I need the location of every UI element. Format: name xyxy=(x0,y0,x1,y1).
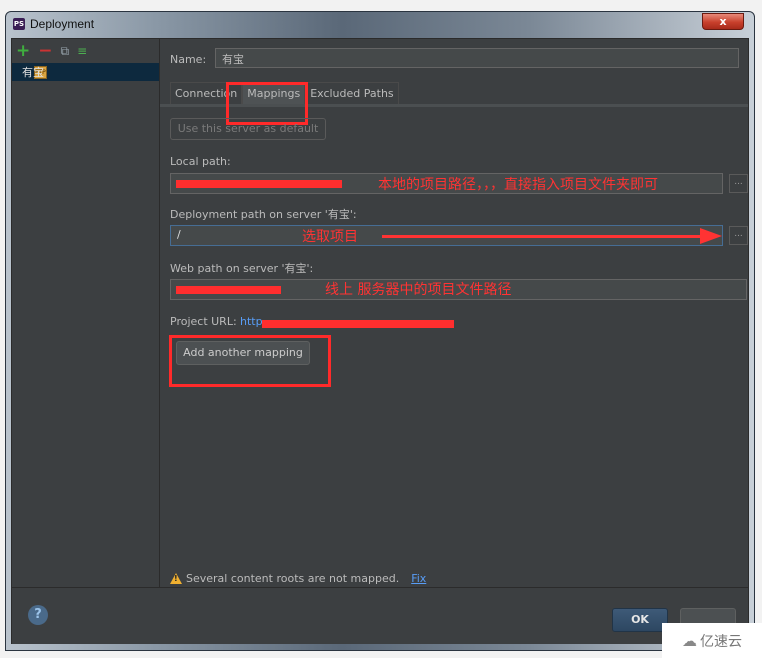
server-list-panel: + − ⧉ ≡ FTP 有宝 xyxy=(12,39,160,587)
deployment-path-annotation: 选取项目 xyxy=(302,229,358,245)
set-default-icon[interactable]: ≡ xyxy=(77,44,87,58)
close-button[interactable]: x xyxy=(702,13,744,30)
cloud-logo-icon: ☁ xyxy=(682,631,697,650)
tab-excluded-paths[interactable]: Excluded Paths xyxy=(305,82,399,104)
local-path-redaction xyxy=(176,180,342,188)
remove-server-icon[interactable]: − xyxy=(38,43,52,60)
warning-text: Several content roots are not mapped. xyxy=(186,572,400,585)
deployment-path-label: Deployment path on server '有宝': xyxy=(170,208,357,221)
ok-button[interactable]: OK xyxy=(612,608,668,632)
dialog-body: + − ⧉ ≡ FTP 有宝 Name: 有宝 Connection Mappi… xyxy=(11,38,749,644)
use-as-default-button[interactable]: Use this server as default xyxy=(170,118,326,140)
deployment-path-browse-button[interactable]: ... xyxy=(729,226,748,245)
window-title: Deployment xyxy=(30,17,95,31)
web-path-annotation: 线上 服务器中的项目文件路径 xyxy=(325,282,512,298)
local-path-browse-button[interactable]: ... xyxy=(729,174,748,193)
name-input[interactable]: 有宝 xyxy=(215,48,739,68)
server-item-label: 有宝 xyxy=(22,66,44,79)
annotation-arrow-line xyxy=(382,235,702,238)
project-url-redaction xyxy=(262,320,454,328)
fix-link[interactable]: Fix xyxy=(411,572,426,585)
warning-message: Several content roots are not mapped. Fi… xyxy=(170,572,426,585)
server-settings-panel: Name: 有宝 Connection Mappings Excluded Pa… xyxy=(160,39,748,587)
web-path-redaction xyxy=(176,286,281,294)
project-url-link[interactable]: http xyxy=(240,315,263,328)
add-server-icon[interactable]: + xyxy=(16,43,30,60)
local-path-annotation: 本地的项目路径，，，直接指入项目文件夹即可 xyxy=(378,177,658,193)
warning-icon xyxy=(170,573,182,584)
web-path-label: Web path on server '有宝': xyxy=(170,262,314,275)
name-label: Name: xyxy=(170,53,207,66)
server-toolbar: + − ⧉ ≡ xyxy=(16,43,87,60)
project-url-label: Project URL: xyxy=(170,315,237,328)
add-mapping-highlight xyxy=(169,335,331,387)
help-button[interactable]: ? xyxy=(28,605,48,625)
watermark: ☁ 亿速云 xyxy=(662,623,762,658)
deployment-dialog: PS Deployment x + − ⧉ ≡ FTP 有宝 Name: 有宝 … xyxy=(5,11,755,651)
phpstorm-app-icon: PS xyxy=(13,18,25,30)
copy-server-icon[interactable]: ⧉ xyxy=(61,44,70,58)
server-item[interactable]: FTP 有宝 xyxy=(12,63,159,81)
dialog-footer: ? OK xyxy=(12,587,748,644)
title-bar[interactable]: PS Deployment x xyxy=(6,12,754,38)
annotation-arrow-head xyxy=(700,228,722,244)
local-path-label: Local path: xyxy=(170,155,231,168)
watermark-text: 亿速云 xyxy=(700,633,742,650)
